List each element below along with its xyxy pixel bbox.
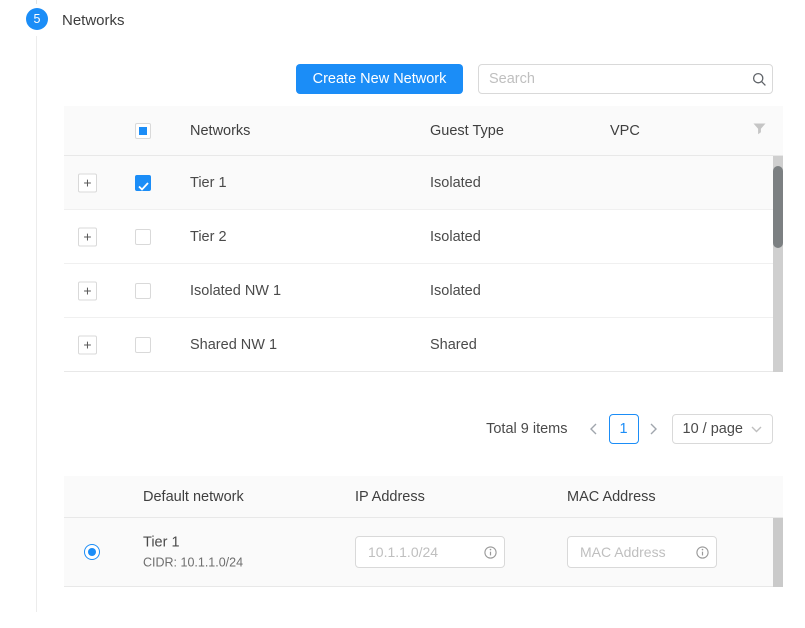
radio-dot-icon bbox=[88, 548, 96, 556]
column-header-default-network: Default network bbox=[143, 489, 244, 505]
page-number-button[interactable]: 1 bbox=[609, 414, 639, 444]
search-icon[interactable] bbox=[746, 72, 772, 87]
filter-icon[interactable] bbox=[753, 123, 766, 139]
guest-type: Isolated bbox=[430, 175, 481, 191]
check-icon bbox=[138, 179, 149, 195]
guest-type: Shared bbox=[430, 337, 477, 353]
guest-type: Isolated bbox=[430, 229, 481, 245]
previous-page-icon[interactable] bbox=[584, 414, 604, 444]
mac-address-input[interactable] bbox=[568, 544, 688, 560]
pagination: Total 9 items 1 10 / page bbox=[486, 414, 773, 444]
table-row: + Shared NW 1 Shared bbox=[64, 318, 773, 372]
column-header-ip-address: IP Address bbox=[355, 489, 425, 505]
column-header-guest-type: Guest Type bbox=[430, 123, 504, 139]
column-header-mac-address: MAC Address bbox=[567, 489, 656, 505]
row-checkbox[interactable] bbox=[135, 229, 151, 245]
vertical-scrollbar-track[interactable] bbox=[773, 156, 783, 372]
vertical-scrollbar-track[interactable] bbox=[773, 518, 783, 587]
row-checkbox[interactable] bbox=[135, 283, 151, 299]
default-network-table-header: Default network IP Address MAC Address bbox=[64, 476, 783, 518]
column-header-networks: Networks bbox=[190, 123, 250, 139]
select-all-checkbox[interactable] bbox=[135, 123, 151, 139]
guest-type: Isolated bbox=[430, 283, 481, 299]
step-number: 5 bbox=[34, 12, 41, 26]
vertical-scrollbar-thumb[interactable] bbox=[773, 166, 783, 248]
create-new-network-button[interactable]: Create New Network bbox=[296, 64, 463, 94]
mac-address-field bbox=[567, 536, 717, 568]
info-icon[interactable] bbox=[688, 546, 716, 559]
column-header-vpc: VPC bbox=[610, 123, 640, 139]
network-name: Tier 1 bbox=[190, 175, 227, 191]
table-row: + Tier 1 Isolated bbox=[64, 156, 773, 210]
step-number-badge: 5 bbox=[26, 8, 48, 30]
network-name: Isolated NW 1 bbox=[190, 283, 281, 299]
info-icon[interactable] bbox=[476, 546, 504, 559]
table-row: + Tier 2 Isolated bbox=[64, 210, 773, 264]
expand-row-button[interactable]: + bbox=[78, 227, 97, 246]
search-box bbox=[478, 64, 773, 94]
pagination-total: Total 9 items bbox=[486, 421, 567, 437]
step-connector-line bbox=[36, 36, 37, 612]
page-size-value: 10 / page bbox=[683, 421, 743, 437]
networks-table-header: Networks Guest Type VPC bbox=[64, 106, 783, 156]
table-row: Tier 1 CIDR: 10.1.1.0/24 bbox=[64, 518, 773, 587]
indeterminate-icon bbox=[139, 127, 147, 135]
networks-step-panel: 5 Networks Create New Network Networks G… bbox=[0, 0, 805, 628]
ip-address-input[interactable] bbox=[356, 544, 476, 560]
chevron-down-icon bbox=[751, 426, 762, 433]
networks-table: Networks Guest Type VPC + Tier 1 Isolate… bbox=[64, 106, 783, 372]
expand-row-button[interactable]: + bbox=[78, 281, 97, 300]
search-input[interactable] bbox=[479, 71, 746, 87]
expand-row-button[interactable]: + bbox=[78, 335, 97, 354]
page-size-select[interactable]: 10 / page bbox=[672, 414, 773, 444]
default-network-cidr: CIDR: 10.1.1.0/24 bbox=[143, 556, 243, 570]
network-name: Tier 2 bbox=[190, 229, 227, 245]
table-row: + Isolated NW 1 Isolated bbox=[64, 264, 773, 318]
expand-row-button[interactable]: + bbox=[78, 173, 97, 192]
default-network-name: Tier 1 bbox=[143, 535, 243, 551]
default-network-radio[interactable] bbox=[84, 544, 100, 560]
network-name: Shared NW 1 bbox=[190, 337, 277, 353]
ip-address-field bbox=[355, 536, 505, 568]
row-checkbox[interactable] bbox=[135, 175, 151, 191]
row-checkbox[interactable] bbox=[135, 337, 151, 353]
step-connector-top bbox=[36, 0, 37, 4]
next-page-icon[interactable] bbox=[644, 414, 664, 444]
step-title: Networks bbox=[62, 12, 125, 29]
default-network-table: Default network IP Address MAC Address T… bbox=[64, 476, 783, 587]
